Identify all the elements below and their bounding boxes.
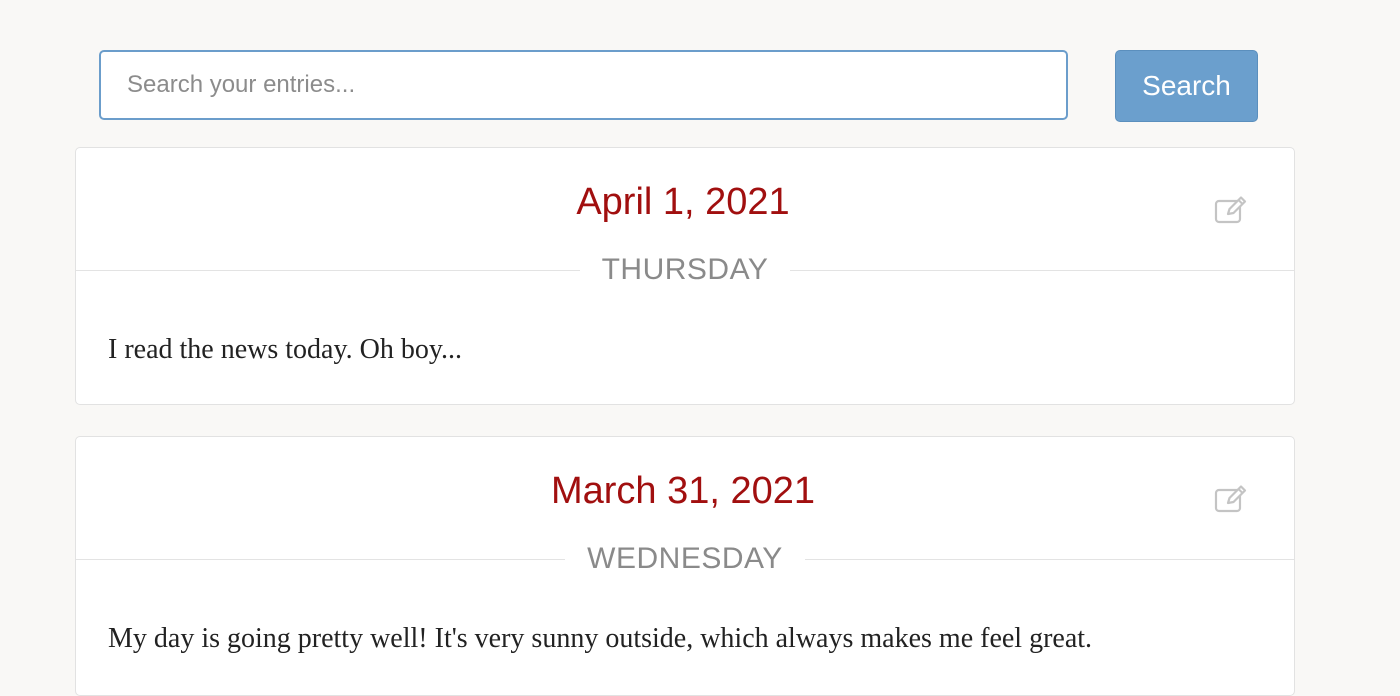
weekday-text: THURSDAY (579, 253, 791, 286)
entry-body: My day is going pretty well! It's very s… (108, 623, 1093, 654)
edit-icon[interactable] (1214, 484, 1248, 514)
weekday-label: THURSDAY (76, 248, 1294, 297)
entry-card: March 31, 2021 WEDNESDAY My day is going… (75, 436, 1295, 696)
edit-icon[interactable] (1214, 195, 1248, 225)
entry-date: March 31, 2021 (550, 470, 816, 512)
search-bar: Search (99, 50, 1258, 122)
search-input[interactable] (99, 50, 1068, 120)
weekday-label: WEDNESDAY (76, 537, 1294, 586)
entry-body: I read the news today. Oh boy... (108, 334, 463, 365)
entry-date: April 1, 2021 (576, 181, 790, 223)
entry-card: April 1, 2021 THURSDAY I read the news t… (75, 147, 1295, 405)
search-button[interactable]: Search (1115, 50, 1258, 122)
weekday-text: WEDNESDAY (565, 542, 805, 575)
